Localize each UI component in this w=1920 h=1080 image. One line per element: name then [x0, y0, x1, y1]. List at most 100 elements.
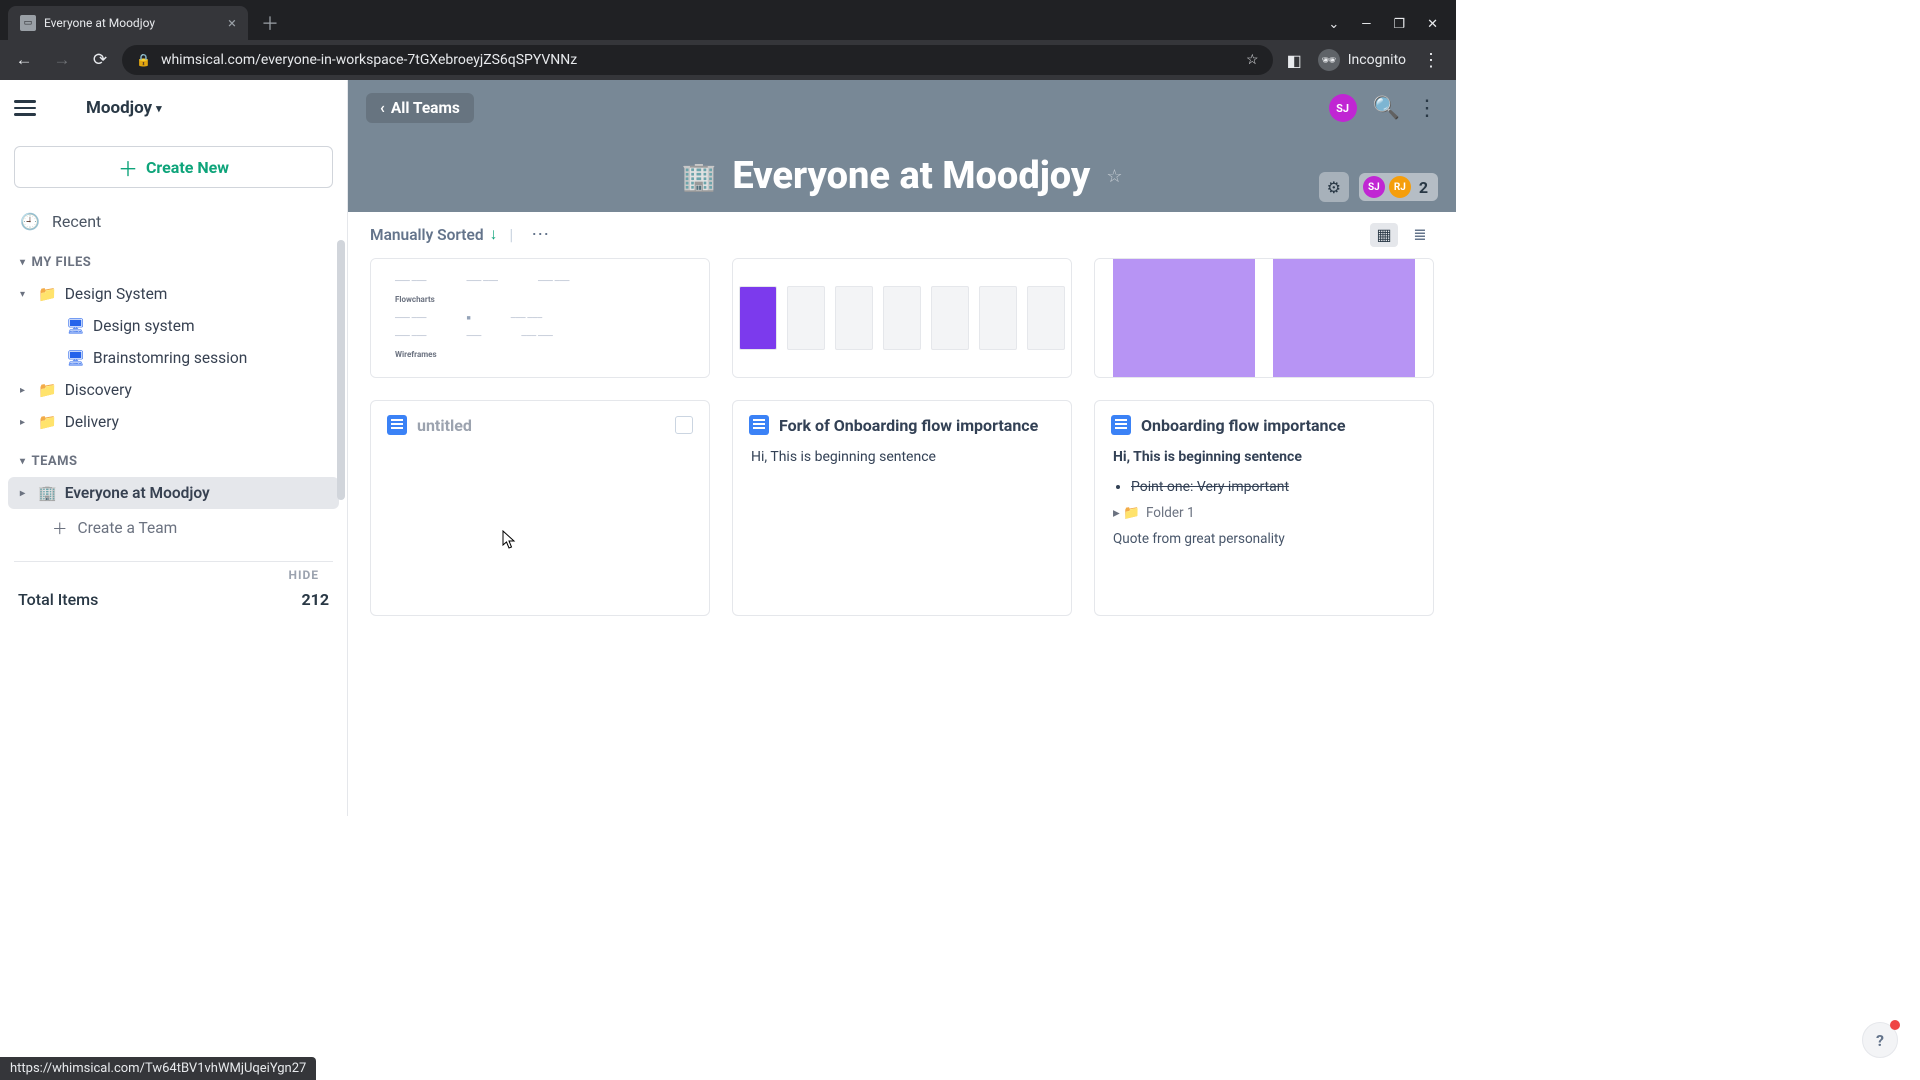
window-maximize-icon[interactable]: ❐ — [1393, 17, 1405, 32]
sort-label: Manually Sorted — [370, 226, 484, 244]
folder-icon: 📁 — [38, 413, 57, 431]
favorite-star-icon[interactable]: ☆ — [1106, 166, 1122, 187]
page-title: Everyone at Moodjoy — [732, 154, 1090, 198]
chevron-down-icon: ▾ — [156, 102, 162, 115]
member-avatar: RJ — [1389, 176, 1411, 198]
folder-label: Discovery — [65, 381, 132, 399]
workspace-switcher[interactable]: Moodjoy ▾ — [86, 98, 162, 118]
gear-icon: ⚙ — [1327, 178, 1341, 197]
member-count: 2 — [1419, 178, 1428, 197]
plus-icon: ＋ — [52, 517, 68, 539]
select-checkbox[interactable] — [675, 416, 693, 434]
user-avatar[interactable]: SJ — [1329, 94, 1357, 122]
browser-tab[interactable]: ▭ Everyone at Moodjoy × — [8, 6, 248, 40]
back-to-teams-button[interactable]: ‹ All Teams — [366, 93, 474, 123]
incognito-indicator[interactable]: 🕶 Incognito — [1318, 49, 1406, 71]
grid-view-toggle[interactable]: ▦ — [1370, 223, 1398, 247]
doc-title: untitled — [417, 416, 472, 435]
recent-nav[interactable]: 🕘 Recent — [0, 204, 347, 239]
window-controls: ⌄ ― ❐ ✕ — [1310, 17, 1456, 40]
main-area: ‹ All Teams SJ 🔍 ⋮ 🏢 Everyone at Moodjoy… — [348, 80, 1456, 816]
folder-icon: 📁 — [38, 381, 57, 399]
nav-back-icon[interactable]: ← — [8, 44, 40, 76]
side-panel-icon[interactable]: ◧ — [1287, 51, 1302, 70]
team-everyone[interactable]: ▸ 🏢 Everyone at Moodjoy — [8, 477, 339, 509]
address-bar[interactable]: 🔒 whimsical.com/everyone-in-workspace-7t… — [122, 45, 1273, 75]
sidebar-collapse-icon[interactable] — [14, 100, 36, 116]
sidebar-scrollbar[interactable] — [337, 240, 345, 500]
more-menu-icon[interactable]: ⋮ — [1416, 96, 1438, 121]
doc-card-fork[interactable]: Fork of Onboarding flow importance Hi, T… — [732, 400, 1072, 616]
chevron-right-icon: ▸ — [20, 385, 25, 396]
team-icon: 🏢 — [38, 484, 57, 502]
tab-title: Everyone at Moodjoy — [44, 16, 155, 30]
sidebar: Moodjoy ▾ ＋ Create New 🕘 Recent ▾ MY FIL… — [0, 80, 348, 816]
chevron-right-icon: ▸ — [20, 417, 25, 428]
file-design-system[interactable]: 🖥 Design system — [0, 310, 347, 342]
browser-menu-icon[interactable]: ⋮ — [1422, 50, 1440, 71]
doc-list-item: Point one: Very important — [1131, 479, 1415, 495]
folder-design-system[interactable]: ▾ 📁 Design System — [0, 278, 347, 310]
board-card[interactable]: ─── ────── ────── ─── Flowcharts ─── ───… — [370, 258, 710, 378]
file-label: Design system — [93, 317, 194, 335]
doc-body-text: Hi, This is beginning sentence — [1113, 449, 1302, 465]
create-label: Create New — [146, 158, 229, 177]
browser-tab-strip: ▭ Everyone at Moodjoy × ＋ ⌄ ― ❐ ✕ — [0, 0, 1456, 40]
folder-discovery[interactable]: ▸ 📁 Discovery — [0, 374, 347, 406]
file-brainstorming[interactable]: 🖥 Brainstomring session — [0, 342, 347, 374]
lock-icon: 🔒 — [136, 53, 151, 67]
status-bar-url: https://whimsical.com/Tw64tBV1vhWMjUqeiY… — [0, 1057, 316, 1080]
member-avatar: SJ — [1363, 176, 1385, 198]
more-options-icon[interactable]: ⋯ — [531, 224, 549, 245]
list-view-toggle[interactable]: ≣ — [1406, 223, 1434, 247]
content-toolbar: Manually Sorted ↓ | ⋯ ▦ ≣ — [348, 212, 1456, 258]
chevron-down-icon: ▾ — [20, 289, 25, 300]
chevron-right-icon: ▸ — [20, 488, 25, 499]
team-label: Everyone at Moodjoy — [65, 484, 210, 502]
file-label: Brainstomring session — [93, 349, 247, 367]
create-new-button[interactable]: ＋ Create New — [14, 146, 333, 188]
url-text: whimsical.com/everyone-in-workspace-7tGX… — [161, 52, 577, 68]
back-label: All Teams — [391, 99, 460, 117]
bookmark-star-icon[interactable]: ☆ — [1246, 52, 1259, 68]
thumb-label: Wireframes — [395, 350, 437, 359]
folder-delivery[interactable]: ▸ 📁 Delivery — [0, 406, 347, 438]
workspace-name: Moodjoy — [86, 98, 152, 118]
settings-button[interactable]: ⚙ — [1319, 172, 1349, 202]
nav-reload-icon[interactable]: ⟳ — [84, 44, 116, 76]
new-tab-button[interactable]: ＋ — [256, 9, 284, 37]
board-card[interactable] — [732, 258, 1072, 378]
create-team-label: Create a Team — [78, 519, 178, 537]
window-close-icon[interactable]: ✕ — [1427, 17, 1438, 32]
tab-overflow-icon[interactable]: ⌄ — [1328, 17, 1339, 32]
app-topbar: ‹ All Teams SJ 🔍 ⋮ — [348, 80, 1456, 136]
members-chip[interactable]: SJ RJ 2 — [1359, 173, 1438, 201]
doc-icon — [1111, 415, 1131, 435]
teams-section[interactable]: ▾ TEAMS — [0, 438, 347, 477]
create-team-button[interactable]: ＋ Create a Team — [0, 509, 347, 547]
doc-quote: Quote from great personality — [1113, 531, 1415, 547]
folder-icon: 📁 — [38, 285, 57, 303]
total-items: Total Items 212 — [18, 590, 329, 609]
sort-dropdown[interactable]: Manually Sorted ↓ — [370, 225, 497, 244]
board-icon: 🖥 — [66, 349, 85, 367]
board-thumbnail — [733, 259, 1071, 377]
hide-button[interactable]: HIDE — [0, 562, 347, 582]
board-card[interactable] — [1094, 258, 1434, 378]
doc-title: Fork of Onboarding flow importance — [779, 416, 1038, 435]
folder-icon: ▸ 📁 — [1113, 505, 1140, 521]
doc-card-untitled[interactable]: untitled — [370, 400, 710, 616]
tab-favicon: ▭ — [20, 15, 36, 31]
help-button[interactable]: ? — [1862, 1022, 1898, 1058]
board-icon: 🖥 — [66, 317, 85, 335]
doc-card-onboarding[interactable]: Onboarding flow importance Hi, This is b… — [1094, 400, 1434, 616]
my-files-section[interactable]: ▾ MY FILES — [0, 239, 347, 278]
doc-icon — [387, 415, 407, 435]
nav-forward-icon[interactable]: → — [46, 44, 78, 76]
search-icon[interactable]: 🔍 — [1373, 96, 1400, 121]
incognito-icon: 🕶 — [1318, 49, 1340, 71]
folder-name: Folder 1 — [1146, 505, 1195, 521]
tab-close-icon[interactable]: × — [228, 14, 236, 32]
window-minimize-icon[interactable]: ― — [1361, 17, 1371, 32]
plus-icon: ＋ — [118, 153, 138, 182]
